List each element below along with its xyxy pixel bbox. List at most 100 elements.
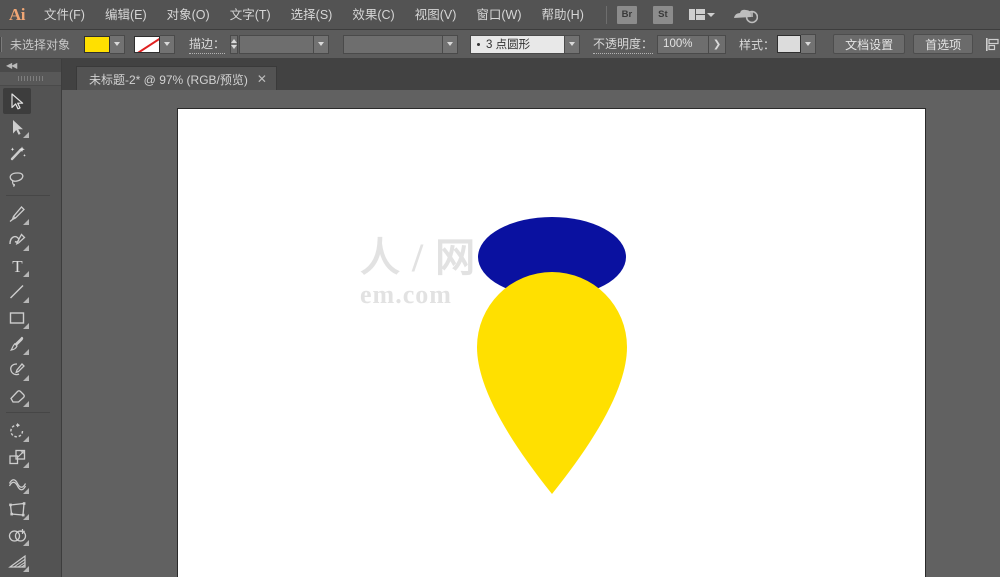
document-setup-button[interactable]: 文档设置 <box>833 34 905 54</box>
graphic-style-swatch[interactable] <box>777 35 801 53</box>
stroke-profile-dropdown-button[interactable] <box>443 35 458 54</box>
stroke-weight-label[interactable]: 描边： <box>189 35 225 54</box>
menu-view[interactable]: 视图(V) <box>405 0 467 30</box>
brush-definition-dropdown-button[interactable] <box>565 35 580 54</box>
line-icon <box>8 283 26 301</box>
direct-selection-arrow-icon <box>10 119 25 136</box>
rectangle-tool[interactable] <box>3 305 31 331</box>
menu-bar: Ai 文件(F) 编辑(E) 对象(O) 文字(T) 选择(S) 效果(C) 视… <box>0 0 1000 30</box>
opacity-control[interactable]: 100% ❯ <box>657 35 726 54</box>
chevron-down-icon <box>231 45 237 49</box>
graphic-style-control[interactable] <box>777 34 816 54</box>
opacity-flyout-button[interactable]: ❯ <box>709 35 726 54</box>
menu-file[interactable]: 文件(F) <box>34 0 95 30</box>
eraser-tool[interactable] <box>3 383 31 409</box>
stroke-weight-stepper[interactable] <box>230 35 238 54</box>
lasso-tool[interactable] <box>3 166 31 192</box>
graphic-style-dropdown-button[interactable] <box>801 34 816 54</box>
align-objects-control[interactable] <box>985 37 1000 52</box>
document-tab-label: 未标题-2* @ 97% (RGB/预览) <box>89 71 248 88</box>
menu-window[interactable]: 窗口(W) <box>466 0 531 30</box>
stroke-profile-control[interactable] <box>343 35 458 54</box>
artboard[interactable]: 人 / 网 em.com <box>177 108 926 577</box>
curvature-pen-icon <box>8 232 27 249</box>
width-icon <box>8 475 27 492</box>
menu-effect[interactable]: 效果(C) <box>342 0 404 30</box>
rotate-tool[interactable] <box>3 418 31 444</box>
menu-help[interactable]: 帮助(H) <box>532 0 594 30</box>
paintbrush-icon <box>8 335 26 353</box>
scale-icon <box>8 448 27 466</box>
workspace-switcher[interactable] <box>689 9 716 20</box>
width-tool[interactable] <box>3 470 31 496</box>
magic-wand-tool[interactable] <box>3 140 31 166</box>
stroke-weight-input[interactable] <box>239 35 314 54</box>
style-label: 样式： <box>739 36 775 53</box>
menu-object[interactable]: 对象(O) <box>157 0 220 30</box>
bridge-button[interactable]: Br <box>617 6 637 24</box>
type-T-icon: T <box>9 257 26 275</box>
tools-group-draw: T <box>0 199 61 409</box>
stroke-color-control[interactable] <box>134 35 175 54</box>
line-segment-tool[interactable] <box>3 279 31 305</box>
tools-divider <box>6 412 50 413</box>
stroke-profile-input[interactable] <box>343 35 443 54</box>
fill-dropdown-button[interactable] <box>110 35 125 54</box>
stroke-weight-dropdown-button[interactable] <box>314 35 329 54</box>
ai-logo-icon: Ai <box>0 0 34 30</box>
eraser-icon <box>8 387 27 405</box>
menu-select[interactable]: 选择(S) <box>281 0 343 30</box>
shape-builder-icon <box>8 527 27 544</box>
opacity-input[interactable]: 100% <box>657 35 709 54</box>
close-icon[interactable]: ✕ <box>257 73 267 85</box>
menu-type[interactable]: 文字(T) <box>220 0 281 30</box>
canvas-area[interactable]: 人 / 网 em.com <box>62 90 1000 577</box>
pen-tool[interactable] <box>3 201 31 227</box>
curvature-tool[interactable] <box>3 227 31 253</box>
tools-panel: ◀◀ <box>0 59 62 577</box>
selection-tool[interactable] <box>3 88 31 114</box>
document-tab[interactable]: 未标题-2* @ 97% (RGB/预览) ✕ <box>76 66 277 91</box>
chevron-down-icon <box>164 42 170 46</box>
stroke-weight-field-group[interactable] <box>239 35 329 54</box>
illustrator-window: Ai 文件(F) 编辑(E) 对象(O) 文字(T) 选择(S) 效果(C) 视… <box>0 0 1000 577</box>
artwork-shapes <box>178 109 927 577</box>
fill-color-control[interactable] <box>84 35 125 54</box>
chevron-down-icon <box>318 42 324 46</box>
svg-text:T: T <box>12 257 23 275</box>
chevron-down-icon <box>114 42 120 46</box>
document-tab-bar: 未标题-2* @ 97% (RGB/预览) ✕ <box>62 59 1000 90</box>
chevron-up-icon <box>231 39 237 43</box>
preferences-button[interactable]: 首选项 <box>913 34 973 54</box>
fill-swatch[interactable] <box>84 36 110 53</box>
rotate-icon <box>8 422 26 440</box>
selection-arrow-icon <box>10 93 25 110</box>
shaper-icon <box>8 361 26 379</box>
perspective-grid-tool[interactable] <box>3 548 31 574</box>
cloud-sync-icon[interactable] <box>732 5 758 25</box>
align-objects-icon <box>985 37 1000 52</box>
opacity-label[interactable]: 不透明度： <box>593 35 653 54</box>
brush-definition-control[interactable]: 3 点圆形 <box>470 35 580 54</box>
menu-edit[interactable]: 编辑(E) <box>95 0 157 30</box>
direct-selection-tool[interactable] <box>3 114 31 140</box>
free-transform-tool[interactable] <box>3 496 31 522</box>
layout-icon <box>689 9 706 20</box>
stroke-swatch[interactable] <box>134 36 160 53</box>
type-tool[interactable]: T <box>3 253 31 279</box>
stroke-dropdown-button[interactable] <box>160 35 175 54</box>
chevron-down-icon <box>805 42 811 46</box>
paintbrush-tool[interactable] <box>3 331 31 357</box>
chevron-down-icon <box>447 42 453 46</box>
brush-definition-value[interactable]: 3 点圆形 <box>470 35 565 54</box>
shape-builder-tool[interactable] <box>3 522 31 548</box>
menubar-divider <box>606 6 607 24</box>
collapse-panel-icon[interactable]: ◀◀ <box>6 61 16 70</box>
stock-button[interactable]: St <box>653 6 673 24</box>
lasso-icon <box>8 171 26 188</box>
rectangle-icon <box>8 309 26 327</box>
tools-panel-grip[interactable] <box>0 72 61 86</box>
shaper-tool[interactable] <box>3 357 31 383</box>
scale-tool[interactable] <box>3 444 31 470</box>
tools-panel-header[interactable]: ◀◀ <box>0 59 61 72</box>
